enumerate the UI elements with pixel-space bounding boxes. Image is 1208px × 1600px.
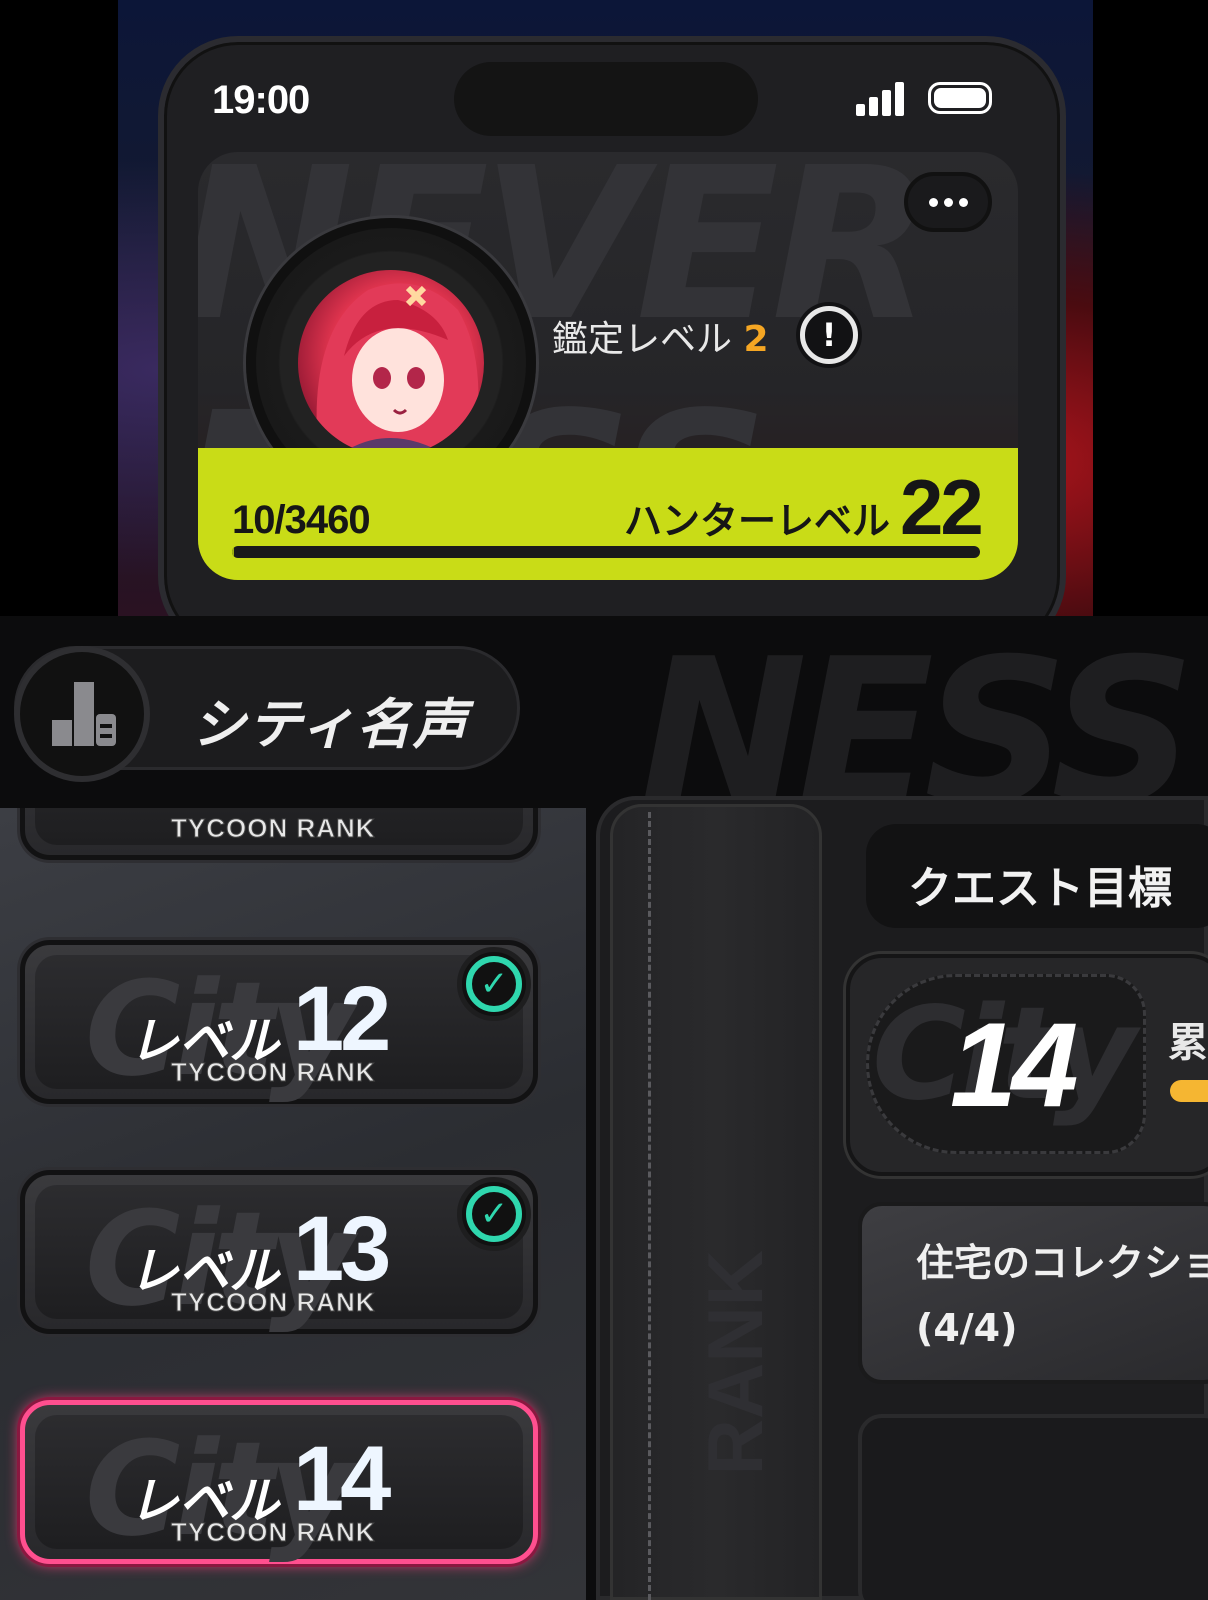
hunter-level-label: ハンターレベル [624, 499, 891, 543]
avatar[interactable] [298, 270, 484, 456]
status-time: 19:00 [212, 78, 310, 122]
spine-stitch [648, 812, 651, 1600]
spine-rank-text: RANK [691, 1250, 779, 1476]
info-icon[interactable]: ! [800, 306, 858, 364]
level-card-12[interactable]: City レベル 12 TYCOON RANK ✓ [20, 940, 538, 1105]
tycoon-rank-label: TYCOON RANK [171, 1287, 376, 1318]
hunter-level-value: 22 [900, 463, 984, 551]
tycoon-rank-label: TYCOON RANK [171, 1057, 376, 1088]
building-icon-svg [52, 682, 116, 746]
check-icon: ✓ [457, 1177, 531, 1251]
level-card-13[interactable]: City レベル 13 TYCOON RANK ✓ [20, 1170, 538, 1335]
section-title: シティ名声 [192, 693, 469, 756]
building-icon [14, 646, 150, 782]
tycoon-rank-label: TYCOON RANK [171, 1517, 376, 1548]
exp-progress-bar [232, 546, 980, 558]
avatar-art [316, 283, 479, 456]
goal-progress-bar [1170, 1080, 1208, 1102]
appraisal-level-value: 2 [743, 319, 769, 360]
detail-spine [610, 804, 822, 1600]
tycoon-rank-label: TYCOON RANK [171, 813, 376, 844]
signal-icon [856, 82, 906, 116]
goal-description: 累 [1168, 1020, 1208, 1066]
task-card-empty[interactable] [858, 1414, 1208, 1600]
task-card[interactable] [858, 1202, 1208, 1384]
quest-title: クエスト目標 [908, 863, 1172, 914]
level-card-11[interactable]: TYCOON RANK [20, 808, 538, 860]
goal-number: 14 [950, 998, 1079, 1132]
check-icon: ✓ [457, 947, 531, 1021]
level-card-14-selected[interactable]: City レベル 14 TYCOON RANK [20, 1400, 538, 1565]
dynamic-island [454, 62, 758, 136]
exp-text: 10/3460 [232, 498, 371, 542]
task-progress: (4/4) [916, 1306, 1018, 1350]
appraisal-label: 鑑定レベル [552, 319, 733, 360]
battery-icon [928, 82, 992, 114]
level-list[interactable]: TYCOON RANK City レベル 12 TYCOON RANK ✓ Ci… [0, 808, 586, 1600]
task-text: 住宅のコレクショ [916, 1241, 1208, 1285]
more-icon[interactable] [904, 172, 992, 232]
appraisal-level: 鑑定レベル 2 [552, 310, 769, 362]
